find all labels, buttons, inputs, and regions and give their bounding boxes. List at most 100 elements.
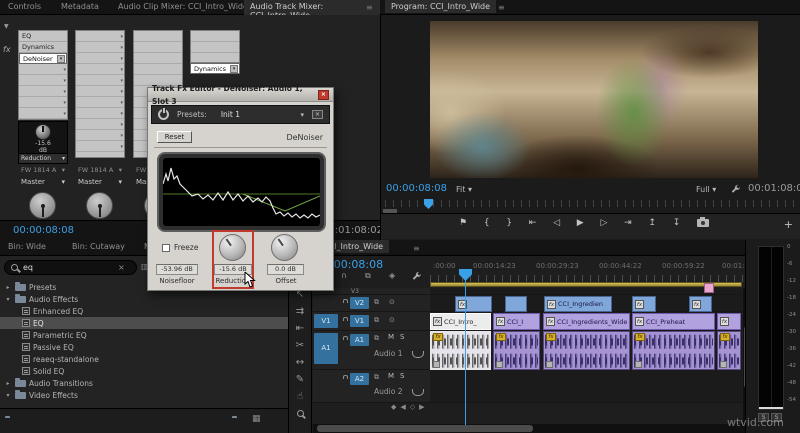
source-patch-v1[interactable]: V1 xyxy=(314,314,338,328)
hand-tool[interactable]: ☝ xyxy=(297,388,303,405)
playback-resolution-select[interactable]: Full ▾ xyxy=(696,185,716,194)
tree-item-audio-effects[interactable]: ▾ Audio Effects xyxy=(0,293,288,305)
a1-clip[interactable]: fx xyxy=(632,331,715,370)
add-marker-icon[interactable]: ⚑ xyxy=(459,218,467,228)
track-content-v3[interactable] xyxy=(430,288,742,295)
lift-icon[interactable]: ↥ xyxy=(648,218,656,228)
sync-lock-icon[interactable]: ⧉ xyxy=(374,316,379,325)
output-bus-select[interactable]: Master ▾ xyxy=(75,178,125,186)
go-to-in-icon[interactable]: ⇤ xyxy=(529,218,537,228)
ripple-edit-tool[interactable]: ⇤ xyxy=(296,320,304,337)
program-current-timecode[interactable]: 00:00:08:08 xyxy=(386,183,447,194)
twirl-icon[interactable]: ▸ xyxy=(4,380,12,387)
mark-out-icon[interactable]: } xyxy=(506,218,512,228)
parameter-select-bar[interactable]: Reduction ▾ xyxy=(19,153,67,163)
timeline-hscrollbar[interactable] xyxy=(313,424,745,433)
close-icon[interactable]: × xyxy=(317,89,329,100)
dialog-titlebar[interactable]: Track Fx Editor - DeNoiser: Audio 1, Slo… xyxy=(148,84,333,106)
effect-slot-dynamics[interactable]: Dynamics xyxy=(19,42,67,53)
tree-item-eq[interactable]: EQ xyxy=(0,317,288,329)
delete-preset-icon[interactable]: × xyxy=(312,110,323,119)
v1-clip[interactable]: fxCCI_Ingredients_Wide.mp4 xyxy=(543,313,630,330)
snap-icon[interactable]: ∩ xyxy=(341,271,347,280)
step-back-icon[interactable]: ◁ xyxy=(553,218,560,228)
track-content-a2[interactable] xyxy=(430,370,742,403)
extract-icon[interactable]: ↧ xyxy=(673,218,681,228)
solo-button[interactable]: S xyxy=(400,372,404,380)
track-name-audio2[interactable]: Audio 2 xyxy=(374,387,402,396)
step-forward-icon[interactable]: ▷ xyxy=(600,218,607,228)
v1-clip[interactable]: fx CCI_Preheat xyxy=(632,313,715,330)
mute-button[interactable]: M xyxy=(388,372,394,380)
search-input[interactable] xyxy=(23,263,113,272)
reset-button[interactable]: Reset xyxy=(157,131,192,143)
tree-item-reaeq-standalone[interactable]: reaeq-standalone xyxy=(0,353,288,365)
program-playhead[interactable] xyxy=(424,199,433,209)
track-header-v1[interactable]: V1 V1 ⧉ ⊙ xyxy=(313,312,430,331)
sequence-marker[interactable] xyxy=(704,283,714,293)
work-area-bar[interactable] xyxy=(430,282,742,287)
v1-clip[interactable]: fx CCI_I xyxy=(493,313,540,330)
twirl-icon[interactable]: ▸ xyxy=(4,284,12,291)
go-to-out-icon[interactable]: ⇥ xyxy=(624,218,632,228)
a1-clip-selected[interactable]: fx xyxy=(430,331,491,370)
v2-clip[interactable]: fx xyxy=(632,296,656,312)
input-select[interactable]: FW 1814 A ▾ xyxy=(75,166,125,174)
effect-slot-denoiser[interactable]: DeNoiser ▾ xyxy=(19,53,67,64)
delete-icon[interactable]: ▦ xyxy=(252,414,261,424)
pen-tool[interactable]: ✎ xyxy=(296,371,304,388)
checkbox-box[interactable] xyxy=(162,243,170,252)
track-visibility-eye-icon[interactable]: ⊙ xyxy=(389,298,395,306)
time-ruler[interactable]: :00:00 00:00:14:23 00:00:29:23 00:00:44:… xyxy=(430,256,745,282)
mixer-current-timecode[interactable]: 00:00:08:08 xyxy=(13,225,74,236)
tree-item-parametric-eq[interactable]: Parametric EQ xyxy=(0,329,288,341)
tree-item-video-effects[interactable]: ▾ Video Effects xyxy=(0,389,288,401)
linked-selection-icon[interactable]: ⧉ xyxy=(365,271,371,281)
v2-clip[interactable] xyxy=(505,296,527,312)
track-target-v2[interactable]: V2 xyxy=(350,297,369,309)
effect-rack[interactable]: ▾ ▾ ▾ ▾ ▾ ▾ ▾ ▾ ▾ ▾ ▾ xyxy=(75,30,125,158)
tab-bin-cutaway[interactable]: Bin: Cutaway xyxy=(66,240,131,253)
panel-menu-icon[interactable]: ≡ xyxy=(366,3,373,12)
mute-button[interactable]: M xyxy=(388,333,394,341)
pan-knob[interactable] xyxy=(86,192,113,219)
preset-dropdown-icon[interactable]: ▾ xyxy=(300,111,304,119)
effect-slot-eq[interactable]: EQ xyxy=(19,31,67,42)
audio-meter[interactable] xyxy=(758,246,784,410)
input-select[interactable]: FW 1814 A ▾ xyxy=(18,166,68,174)
slot-dropdown-icon[interactable]: ▾ xyxy=(230,65,238,73)
solo-button[interactable]: S xyxy=(400,333,404,341)
track-select-tool[interactable]: ⇉ xyxy=(296,303,304,320)
track-header-v2[interactable]: V2 ⧉ ⊙ xyxy=(313,295,430,312)
mixer-twirl-icon[interactable]: ▼ xyxy=(4,23,9,30)
tree-item-passive-eq[interactable]: Passive EQ xyxy=(0,341,288,353)
v1-clip[interactable]: fx xyxy=(717,313,741,330)
clear-search-icon[interactable]: × xyxy=(118,263,125,272)
mark-in-icon[interactable]: { xyxy=(484,218,490,228)
panel-menu-icon[interactable]: ≡ xyxy=(498,3,505,12)
panel-menu-icon[interactable]: ≡ xyxy=(413,244,420,253)
track-visibility-eye-icon[interactable]: ⊙ xyxy=(389,316,395,324)
v2-clip[interactable]: fx xyxy=(455,296,492,312)
a1-clip[interactable]: fx xyxy=(493,331,540,370)
a1-clip[interactable]: fx xyxy=(717,331,741,370)
tree-item-solid-eq[interactable]: Solid EQ xyxy=(0,365,288,377)
prev-keyframe-icon[interactable]: ◀ xyxy=(400,403,405,411)
tree-item-enhanced-eq[interactable]: Enhanced EQ xyxy=(0,305,288,317)
next-keyframe-icon[interactable]: ▶ xyxy=(419,403,424,411)
a1-clip[interactable]: fx xyxy=(543,331,630,370)
keyframe-icon[interactable]: ◇ xyxy=(410,403,415,411)
zoom-tool[interactable] xyxy=(296,410,304,417)
source-patch-a1[interactable]: A1 xyxy=(314,333,338,364)
track-fx-editor-dialog[interactable]: Track Fx Editor - DeNoiser: Audio 1, Slo… xyxy=(147,84,334,291)
pan-knob[interactable] xyxy=(29,192,56,219)
effect-slot-dynamics-open[interactable]: Dynamics ▾ xyxy=(190,63,240,74)
tab-audio-clip-mixer[interactable]: Audio Clip Mixer: CCI_Intro_Wide xyxy=(112,0,254,13)
hscrollbar-thumb[interactable] xyxy=(317,425,533,432)
export-frame-icon[interactable] xyxy=(697,217,709,227)
track-name-audio1[interactable]: Audio 1 xyxy=(374,349,402,358)
play-icon[interactable]: ▶ xyxy=(577,218,584,228)
offset-value[interactable]: 0.0 dB xyxy=(267,264,304,275)
track-header-a1[interactable]: A1 A1 ⧉ M S Audio 1 xyxy=(313,331,430,370)
tab-bin-wide[interactable]: Bin: Wide xyxy=(2,240,52,253)
